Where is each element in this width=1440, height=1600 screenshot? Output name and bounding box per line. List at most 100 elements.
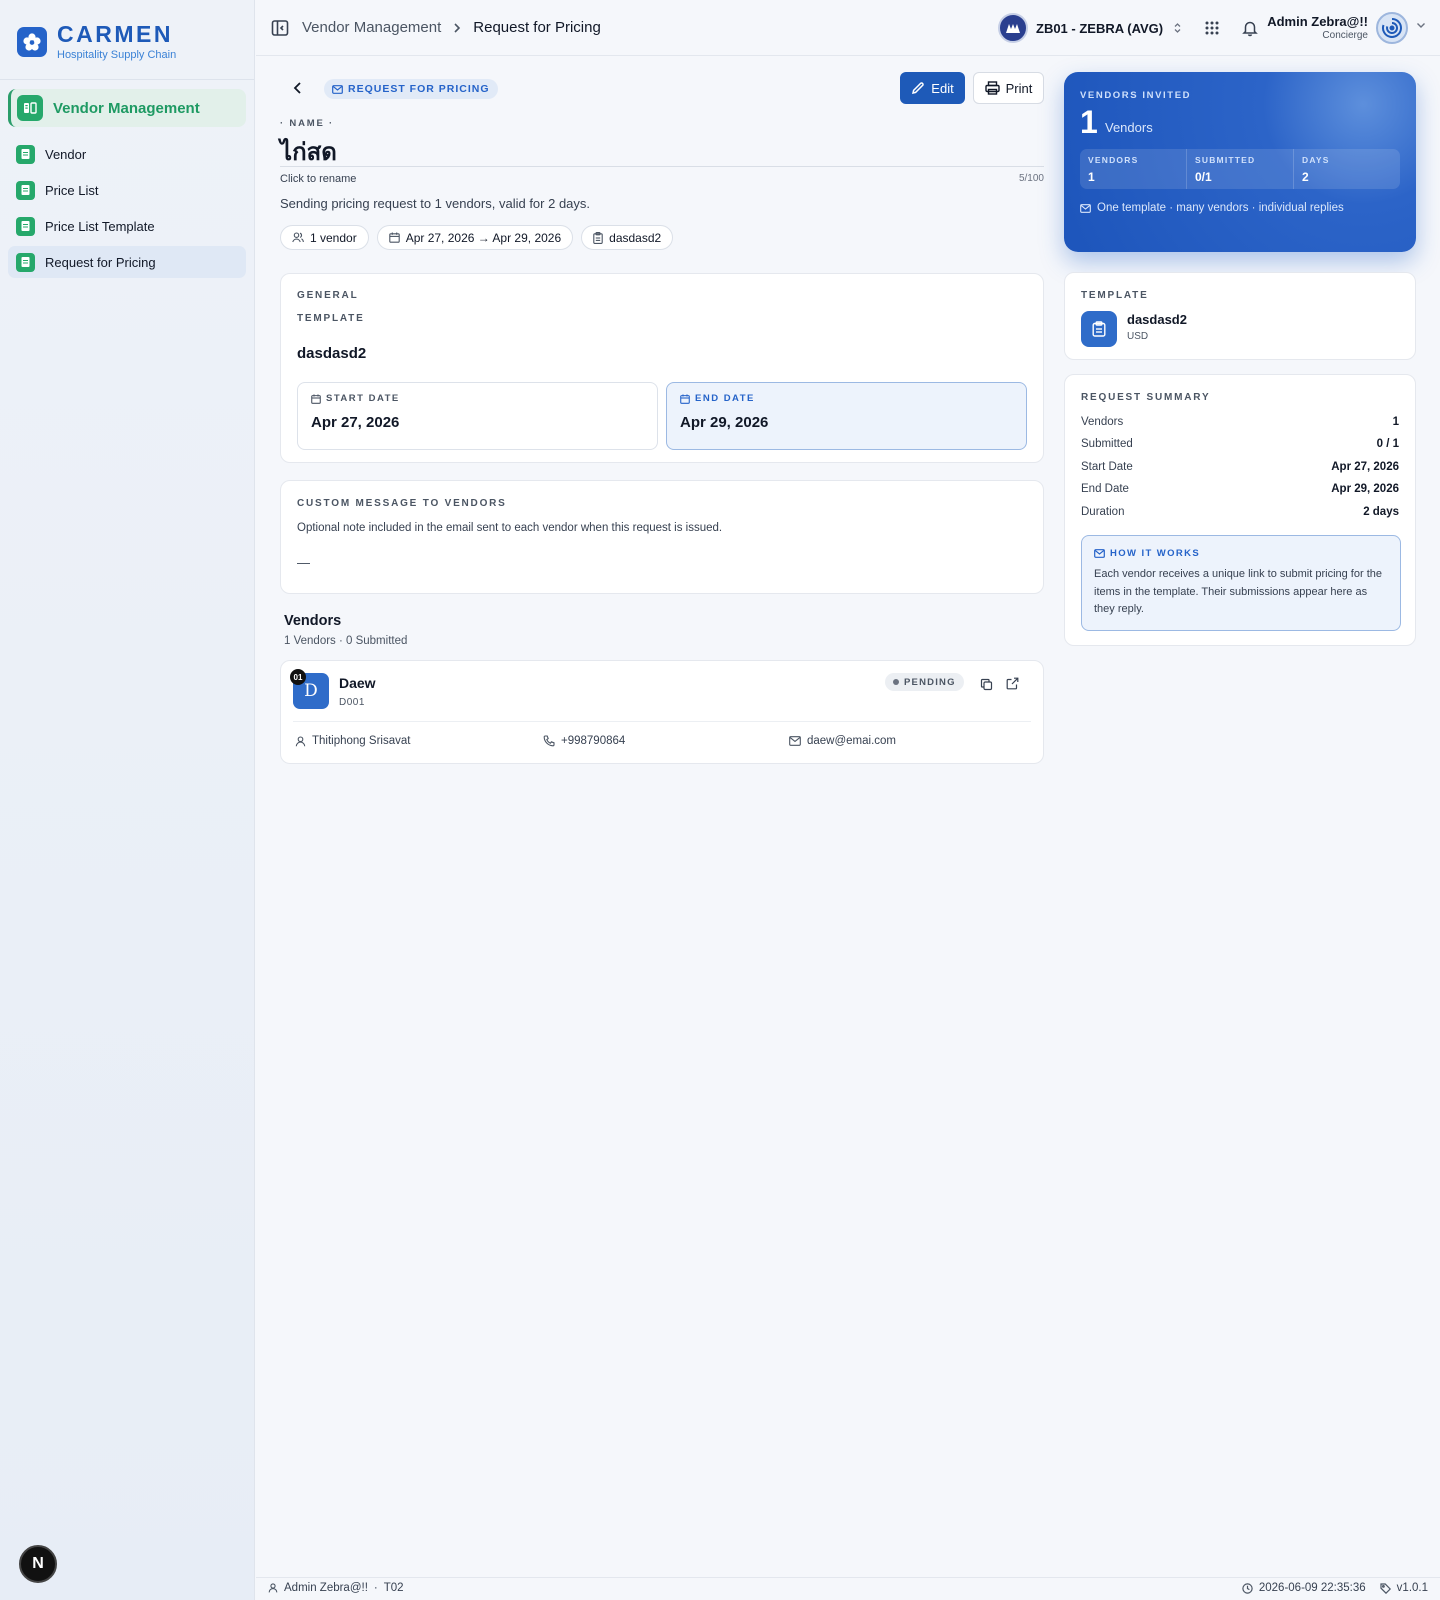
stat-days: DAYS 2 [1302,155,1330,184]
apps-grid-icon[interactable] [1203,19,1221,37]
bell-icon[interactable] [1241,19,1259,37]
request-summary-label: REQUEST SUMMARY [1081,392,1211,403]
calendar-icon [388,232,400,243]
tenant-name: ZB01 - ZEBRA (AVG) [1036,20,1164,36]
avatar[interactable] [1376,12,1408,44]
sidebar: CARMEN Hospitality Supply Chain Vendor M… [0,0,255,1600]
phone-icon [543,735,555,747]
summary-row-submitted: Submitted 0 / 1 [1081,438,1399,450]
document-icon [16,216,35,236]
vendor-count-chip: 1 vendor [280,225,369,250]
tenant-logo-icon [998,13,1028,43]
footer-version: v1.0.1 [1396,1582,1428,1594]
template-card-name[interactable]: dasdasd2 [1127,312,1187,327]
summary-row-vendors: Vendors 1 [1081,416,1399,428]
calendar-icon [680,393,690,404]
vendor-code: D001 [339,697,365,708]
sidebar-item-label: Request for Pricing [45,254,156,270]
request-summary-card: REQUEST SUMMARY Vendors 1 Submitted 0 / 1 … [1064,374,1416,646]
copy-icon[interactable] [980,678,993,691]
start-date-label: START DATE [311,393,644,404]
custom-message-hint: Optional note included in the email sent… [297,522,723,534]
clipboard-icon [593,231,603,244]
vendor-card-divider [293,721,1031,722]
chevron-up-down-icon [1173,22,1182,34]
general-card: GENERAL TEMPLATE dasdasd2 START DATE Apr… [280,273,1044,463]
custom-message-value: — [297,555,310,570]
hero-stats: VENDORS 1 SUBMITTED 0/1 DAYS 2 [1080,149,1400,189]
general-section-label: GENERAL [297,290,359,301]
module-vendor-management[interactable]: Vendor Management [8,89,246,127]
sidebar-item-request-for-pricing[interactable]: Request for Pricing [8,246,246,278]
brand-subtitle: Hospitality Supply Chain [57,49,177,61]
template-card-label: TEMPLATE [1081,290,1149,301]
mail-icon [1080,203,1091,213]
sidebar-toggle-icon[interactable] [270,18,290,38]
breadcrumb: Vendor Management Request for Pricing [302,19,601,36]
document-icon [16,180,35,200]
name-char-count: 5/100 [1018,173,1044,184]
external-link-icon[interactable] [1006,677,1019,690]
template-card: TEMPLATE dasdasd2 USD [1064,272,1416,360]
breadcrumb-item-vendor-management[interactable]: Vendor Management [302,19,441,36]
chevron-down-icon[interactable] [1416,22,1426,29]
mail-icon [1094,549,1105,558]
user-role: Concierge [1322,30,1368,41]
edit-button[interactable]: Edit [900,72,965,104]
template-chip: dasdasd2 [581,225,674,250]
footer-user-info: Admin Zebra@!! · T02 [268,1582,404,1594]
vendor-contact-person: Thitiphong Srisavat [295,735,410,747]
sidebar-item-price-list[interactable]: Price List [8,174,246,206]
document-kind-label: REQUEST FOR PRICING [348,83,490,95]
template-field-label: TEMPLATE [297,313,365,324]
template-card-currency: USD [1127,331,1149,342]
mail-icon [789,736,801,746]
vendors-invited-label: VENDORS INVITED [1080,90,1192,101]
footer-timestamp: 2026-06-09 22:35:36 [1258,1582,1366,1594]
footer-meta: 2026-06-09 22:35:36 v1.0.1 [1242,1582,1428,1594]
document-icon [16,144,35,164]
status-dot [893,679,899,685]
stat-vendors: VENDORS 1 [1080,149,1187,189]
printer-icon [984,81,1000,95]
sidebar-item-price-list-template[interactable]: Price List Template [8,210,246,242]
name-underline [280,166,1044,167]
start-date-box: START DATE Apr 27, 2026 [297,382,658,450]
hero-footnote: One template · many vendors · individual… [1080,202,1344,214]
document-kind-badge: REQUEST FOR PRICING [324,79,498,99]
vendor-index-badge: 01 [290,669,306,685]
user-icon [268,1583,278,1593]
mail-icon [332,84,343,94]
name-field-label: · NAME · [280,118,334,129]
request-summary-text: Sending pricing request to 1 vendors, va… [280,196,591,211]
print-button[interactable]: Print [973,72,1044,104]
meta-chips: 1 vendor Apr 27, 2026 → Apr 29, 2026 das… [280,225,674,250]
clock-icon [1242,1582,1253,1594]
summary-row-start-date: Start Date Apr 27, 2026 [1081,461,1399,473]
template-value: dasdasd2 [297,345,367,362]
tenant-switcher[interactable]: ZB01 - ZEBRA (AVG) [998,12,1182,44]
document-icon [16,252,35,272]
vendors-invited-card: VENDORS INVITED 1 Vendors VENDORS 1 SUBM… [1064,72,1416,252]
brand[interactable]: CARMEN Hospitality Supply Chain [17,20,176,64]
chip-label: Apr 27, 2026 → Apr 29, 2026 [405,230,562,245]
how-it-works-label: HOW IT WORKS [1094,548,1388,559]
brand-name: CARMEN [57,21,173,47]
status-footer: Admin Zebra@!! · T02 2026-06-09 22:35:36… [256,1577,1440,1600]
user-menu[interactable]: Admin Zebra@!! Concierge [1267,14,1368,42]
custom-message-card: CUSTOM MESSAGE TO VENDORS Optional note … [280,480,1044,594]
vendor-name[interactable]: Daew [339,675,376,691]
dev-tools-badge[interactable]: N [19,1545,57,1583]
vendor-email[interactable]: daew@emai.com [789,735,896,747]
summary-row-duration: Duration 2 days [1081,506,1399,518]
vendors-invited-unit: Vendors [1105,120,1153,135]
sidebar-nav: Vendor Price List Price List Template Re… [8,138,246,282]
how-it-works-text: Each vendor receives a unique link to su… [1094,568,1382,615]
rename-hint: Click to rename [280,173,357,185]
vendor-phone[interactable]: +998790864 [543,735,625,747]
sidebar-item-vendor[interactable]: Vendor [8,138,246,170]
print-button-label: Print [1005,80,1033,96]
back-button[interactable] [288,78,308,98]
module-icon [17,95,43,121]
topbar: Vendor Management Request for Pricing ZB… [256,0,1440,56]
